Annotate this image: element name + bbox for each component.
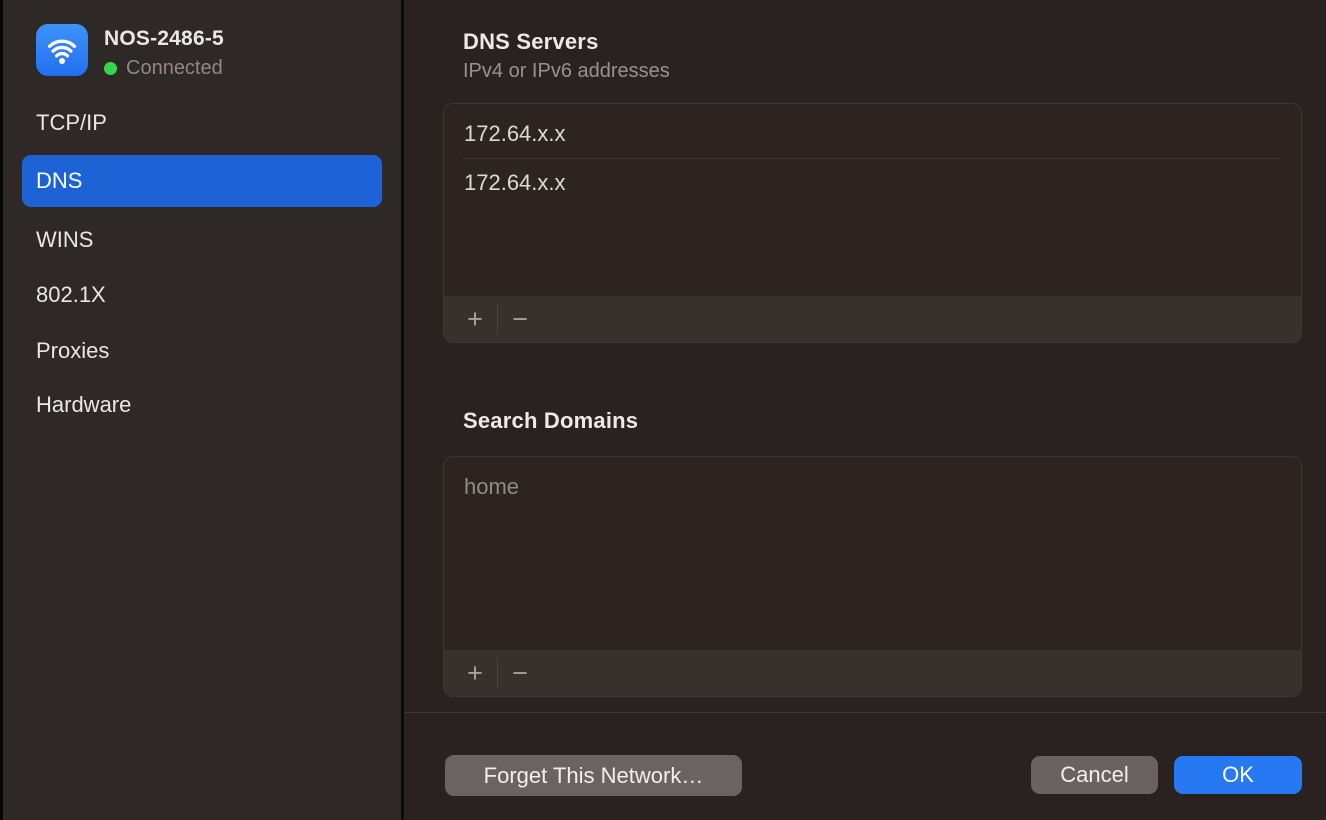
sidebar-item-hardware[interactable]: Hardware [22,379,382,431]
sidebar-item-dns[interactable]: DNS [22,155,382,207]
network-details-window: NOS-2486-5 Connected TCP/IP DNS WINS 802… [0,0,1326,820]
sidebar-item-label: DNS [36,168,82,194]
dns-servers-listbox: 172.64.x.x 172.64.x.x + − [443,103,1302,343]
dns-servers-title: DNS Servers [463,29,599,55]
sidebar-item-label: Proxies [36,338,109,364]
search-domains-listbox: home + − [443,456,1302,697]
add-dns-server-button[interactable]: + [453,296,497,342]
sidebar-item-tcpip[interactable]: TCP/IP [22,97,382,149]
forget-network-button[interactable]: Forget This Network… [445,755,742,796]
sidebar-item-label: Hardware [36,392,131,418]
sidebar-item-proxies[interactable]: Proxies [22,325,382,377]
forget-network-label: Forget This Network… [484,763,704,789]
sidebar-item-label: 802.1X [36,282,106,308]
dns-servers-rows: 172.64.x.x 172.64.x.x [444,104,1301,207]
sidebar-item-label: TCP/IP [36,110,107,136]
cancel-label: Cancel [1060,762,1128,788]
ok-label: OK [1222,762,1254,788]
dns-servers-subtitle: IPv4 or IPv6 addresses [463,60,670,83]
sidebar-item-8021x[interactable]: 802.1X [22,269,382,321]
search-domains-toolbar: + − [444,650,1301,696]
ok-button[interactable]: OK [1174,756,1302,794]
connection-status: Connected [104,57,223,80]
wifi-icon [36,24,88,76]
dns-servers-toolbar: + − [444,296,1301,342]
search-domain-row[interactable]: home [444,463,1301,511]
sidebar: NOS-2486-5 Connected TCP/IP DNS WINS 802… [3,0,401,820]
connection-status-label: Connected [126,57,223,80]
cancel-button[interactable]: Cancel [1031,756,1158,794]
main-panel: DNS Servers IPv4 or IPv6 addresses 172.6… [404,0,1326,820]
sidebar-item-wins[interactable]: WINS [22,214,382,266]
search-domains-rows: home [444,457,1301,511]
connected-dot-icon [104,62,117,75]
footer-divider [404,712,1326,713]
network-name: NOS-2486-5 [104,27,224,51]
remove-search-domain-button[interactable]: − [498,650,542,696]
remove-dns-server-button[interactable]: − [498,296,542,342]
dns-server-row[interactable]: 172.64.x.x [444,159,1301,207]
search-domains-title: Search Domains [463,408,638,434]
dns-server-row[interactable]: 172.64.x.x [444,110,1301,158]
sidebar-item-label: WINS [36,227,93,253]
add-search-domain-button[interactable]: + [453,650,497,696]
